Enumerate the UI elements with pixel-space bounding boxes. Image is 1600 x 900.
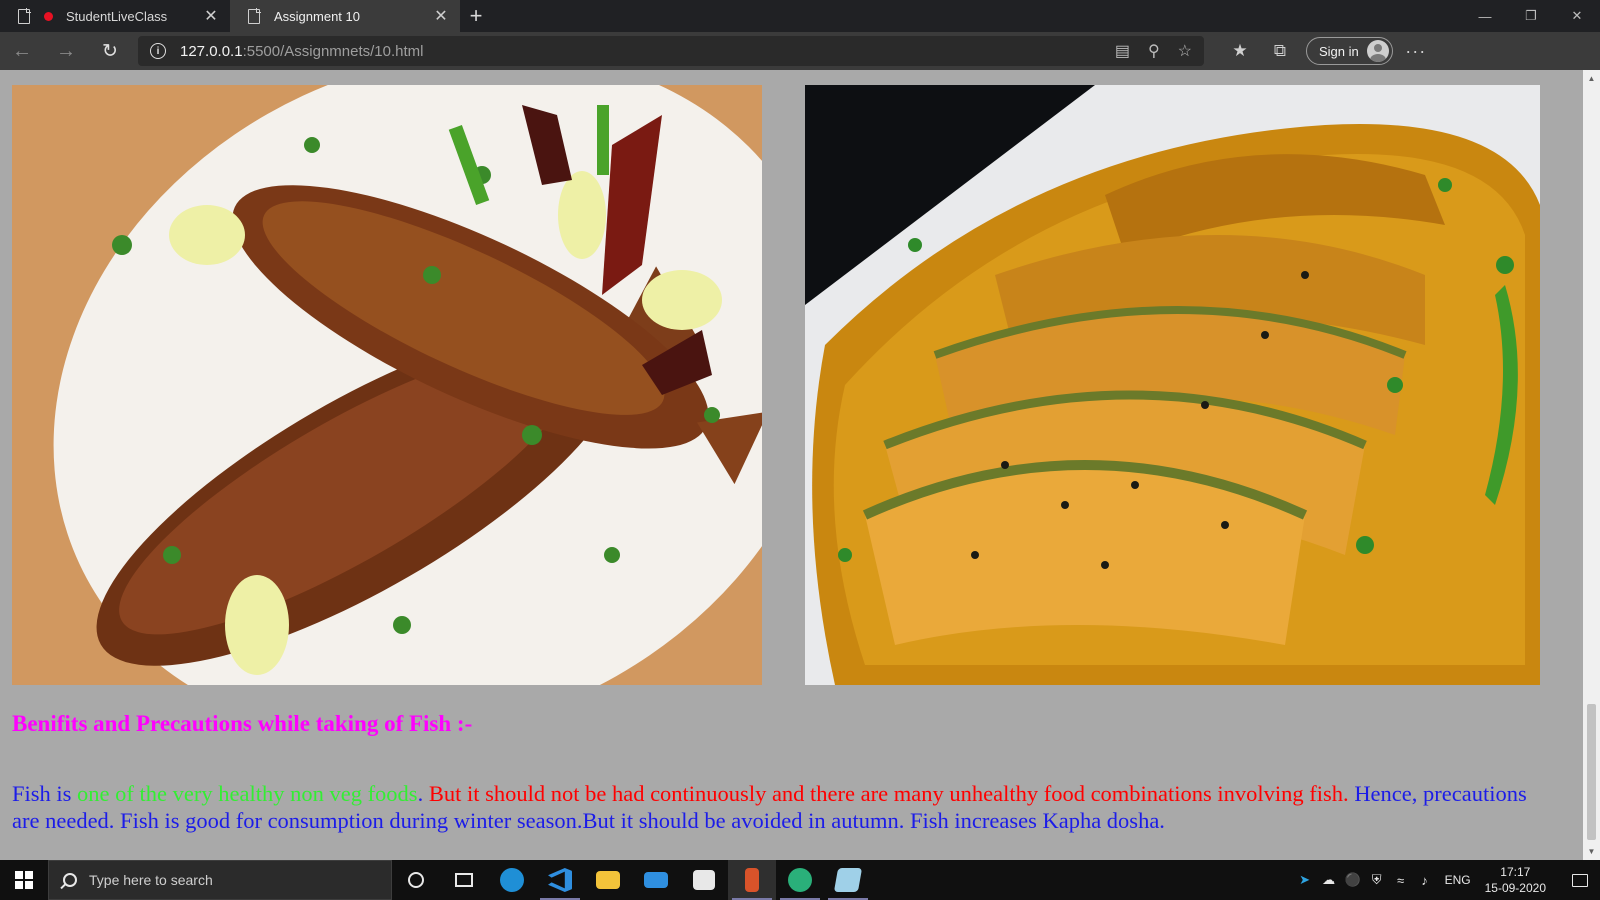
clock-time: 17:17 (1500, 865, 1531, 879)
browser-toolbar: ← → ↻ i 127.0.0.1:5500/Assignmnets/10.ht… (0, 32, 1600, 70)
collections-icon[interactable]: ⧉ (1260, 32, 1300, 70)
refresh-button[interactable]: ↻ (88, 32, 132, 70)
zoom-icon[interactable]: ⚲ (1148, 41, 1160, 61)
onedrive-icon[interactable]: ☁ (1317, 872, 1341, 888)
vscode-icon[interactable] (536, 860, 584, 900)
tab-assignment-10[interactable]: Assignment 10 ✕ (230, 0, 460, 32)
tab-strip: StudentLiveClass ✕ Assignment 10 ✕ + — ❐… (0, 0, 1600, 32)
window-controls: — ❐ ✕ (1462, 0, 1600, 32)
scroll-down-arrow-icon[interactable]: ▼ (1583, 843, 1600, 860)
para-text-1: Fish is (12, 781, 78, 806)
mail-icon[interactable] (632, 860, 680, 900)
sign-in-button[interactable]: Sign in (1306, 37, 1393, 65)
edge-dev-icon[interactable] (776, 860, 824, 900)
recording-indicator-icon (44, 11, 53, 21)
reader-view-icon[interactable]: ▤ (1115, 41, 1130, 61)
security-icon[interactable]: ⛨ (1365, 872, 1389, 888)
url-path: :5500/Assignmnets/10.html (242, 42, 424, 60)
forward-button[interactable]: → (44, 32, 88, 70)
favorites-icon[interactable]: ★ (1220, 32, 1260, 70)
new-tab-button[interactable]: + (460, 0, 492, 32)
para-text-green: one of the very healthy non veg foods (77, 781, 418, 806)
para-text-red: But it should not be had continuously an… (428, 781, 1349, 806)
tab-close-button[interactable]: ✕ (202, 6, 220, 26)
microphone-icon[interactable]: ⚫ (1341, 872, 1365, 888)
page-icon (248, 8, 261, 24)
file-explorer-icon[interactable] (584, 860, 632, 900)
telegram-icon[interactable]: ➤ (1293, 872, 1317, 888)
taskbar-search[interactable]: Type here to search (48, 860, 392, 900)
more-menu-button[interactable]: ··· (1393, 41, 1439, 62)
para-text-3: . (417, 781, 429, 806)
favorite-star-icon[interactable]: ☆ (1178, 41, 1192, 61)
tab-label: Assignment 10 (274, 8, 360, 24)
notepad-icon[interactable] (824, 860, 872, 900)
restore-button[interactable]: ❐ (1508, 0, 1554, 32)
url-host: 127.0.0.1 (180, 42, 243, 60)
page-content: Benifits and Precautions while taking of… (0, 70, 1583, 860)
site-info-icon[interactable]: i (150, 43, 166, 59)
avatar (1366, 40, 1389, 62)
task-view-icon[interactable] (440, 860, 488, 900)
scroll-up-arrow-icon[interactable]: ▲ (1583, 70, 1600, 87)
fish-curry-photo (805, 85, 1540, 685)
notification-icon[interactable] (1560, 860, 1600, 900)
clock-date: 15-09-2020 (1484, 881, 1546, 895)
tab-studentliveclass[interactable]: StudentLiveClass ✕ (0, 0, 230, 32)
body-paragraph: Fish is one of the very healthy non veg … (12, 780, 1542, 834)
page-heading: Benifits and Precautions while taking of… (12, 711, 473, 736)
edge-icon[interactable] (488, 860, 536, 900)
page-icon (18, 8, 31, 24)
address-bar-actions: ▤ ⚲ ☆ (1115, 41, 1192, 61)
url-text: 127.0.0.1:5500/Assignmnets/10.html (180, 43, 424, 60)
search-icon (63, 873, 77, 887)
search-placeholder: Type here to search (89, 872, 213, 888)
tab-label: StudentLiveClass (66, 8, 168, 24)
system-tray: ➤ ☁ ⚫ ⛨ ≈ ♪ ENG 17:17 15-09-2020 (1293, 860, 1600, 900)
app-icon[interactable] (728, 860, 776, 900)
volume-icon[interactable]: ♪ (1413, 873, 1437, 888)
language-indicator[interactable]: ENG (1445, 873, 1471, 887)
tab-close-button[interactable]: ✕ (432, 6, 450, 26)
windows-taskbar: Type here to search ➤ ☁ ⚫ ⛨ ≈ ♪ ENG 17:1… (0, 860, 1600, 900)
back-button[interactable]: ← (0, 32, 44, 70)
cortana-icon[interactable] (392, 860, 440, 900)
sign-in-label: Sign in (1319, 43, 1359, 59)
windows-logo-icon (15, 871, 33, 889)
grilled-fish-photo (12, 85, 762, 685)
close-window-button[interactable]: ✕ (1554, 0, 1600, 32)
minimize-button[interactable]: — (1462, 0, 1508, 32)
address-bar[interactable]: i 127.0.0.1:5500/Assignmnets/10.html ▤ ⚲… (138, 36, 1204, 66)
vertical-scrollbar[interactable]: ▲ ▼ (1583, 70, 1600, 860)
wifi-icon[interactable]: ≈ (1389, 873, 1413, 888)
scroll-thumb[interactable] (1587, 704, 1596, 840)
start-button[interactable] (0, 860, 48, 900)
clock[interactable]: 17:17 15-09-2020 (1485, 864, 1546, 896)
store-icon[interactable] (680, 860, 728, 900)
